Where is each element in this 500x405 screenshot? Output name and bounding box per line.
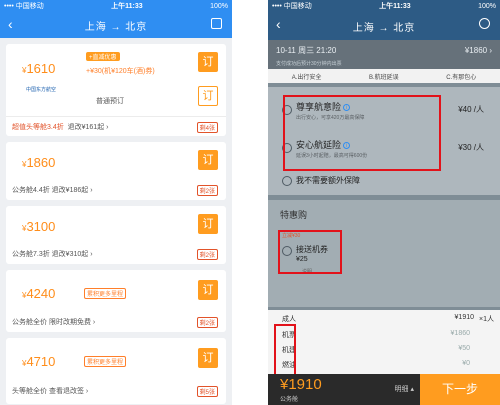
order-button[interactable]: 订 bbox=[198, 150, 218, 170]
summary-count: ×1人 bbox=[479, 316, 494, 323]
flight-card-2[interactable]: ¥1860 订 公务舱4.4折 退改¥186起 › 剩2张 bbox=[6, 142, 226, 200]
tab-other[interactable]: C.有那包心 bbox=[446, 72, 476, 81]
flight-card-1[interactable]: ¥1610 中国东方航空 +直减优惠 +¥30(机¥120车(酒)券) 普通预订… bbox=[6, 44, 226, 136]
flight-sub: 公务舱7.3折 退改¥310起 › bbox=[12, 251, 93, 258]
price: ¥1860 bbox=[22, 155, 56, 170]
insurance-option-none[interactable]: 我不需要额外保障 bbox=[278, 171, 494, 191]
carrier: •••• 中国移动 bbox=[4, 3, 44, 10]
flight-summary[interactable]: 10-11 周三 21:20 ¥1860 › bbox=[268, 40, 500, 60]
time: 上午11:33 bbox=[111, 3, 143, 10]
booking-type: 普通预订 bbox=[96, 98, 124, 105]
next-step-button[interactable]: 下一步 bbox=[420, 374, 500, 405]
special-heading: 特惠购 bbox=[280, 210, 308, 220]
detail-toggle[interactable]: 明细 ▴ bbox=[395, 384, 414, 394]
price: ¥3100 bbox=[22, 219, 56, 234]
highlight-box-insurance bbox=[283, 95, 441, 171]
flight-card-4[interactable]: ¥4240 累积更多里程 订 公务舱全价 限时改期免费 › 剩2张 bbox=[6, 270, 226, 332]
price: ¥4710 bbox=[22, 354, 56, 369]
carrier: •••• 中国移动 bbox=[272, 3, 312, 10]
order-button[interactable]: 订 bbox=[198, 214, 218, 234]
mileage-tag: 累积更多里程 bbox=[84, 288, 127, 299]
back-icon[interactable]: ‹ bbox=[276, 16, 281, 32]
divider bbox=[6, 116, 226, 117]
tab-safety[interactable]: A.出行安全 bbox=[292, 72, 322, 81]
total-price: ¥1910 bbox=[280, 376, 322, 393]
flight-card-5[interactable]: ¥4710 累积更多里程 订 头等舱全价 查看退改签 › 剩5张 bbox=[6, 338, 226, 404]
time: 上午11:33 bbox=[379, 3, 411, 10]
nav-bar: ‹ 上海 → 北京 bbox=[0, 12, 232, 38]
radio-button[interactable] bbox=[282, 176, 292, 186]
flight-info: 10-11 周三 21:20 bbox=[276, 45, 337, 55]
route-title: 上海 → 北京 bbox=[352, 22, 416, 34]
flight-sub: 头等舱全价 查看退改签 › bbox=[12, 388, 89, 395]
insurance-price: ¥40 /人 bbox=[458, 105, 484, 114]
remaining-seats: 剩5张 bbox=[196, 386, 218, 397]
summary-row-airport-fee: 机建 ¥50 bbox=[268, 345, 500, 360]
summary-value: ¥50 bbox=[458, 345, 470, 352]
highlight-box-special bbox=[278, 230, 342, 274]
order-button-alt[interactable]: 订 bbox=[198, 86, 218, 106]
share-icon[interactable] bbox=[211, 18, 222, 29]
airline-logo: 中国东方航空 bbox=[26, 87, 57, 93]
price: ¥1610 bbox=[22, 61, 56, 76]
price-summary: 成人 ¥1910 ×1人 机票 ¥1860 机建 ¥50 燃油 ¥0 bbox=[268, 310, 500, 374]
insurance-title: 我不需要额外保障 bbox=[296, 176, 360, 185]
flight-list-screen: •••• 中国移动 上午11:33 100% ‹ 上海 → 北京 ¥1610 中… bbox=[0, 0, 232, 405]
flight-sub: 公务舱4.4折 退改¥186起 › bbox=[12, 187, 93, 194]
summary-value: ¥0 bbox=[462, 360, 470, 367]
insurance-price: ¥30 /人 bbox=[458, 143, 484, 152]
price: ¥4240 bbox=[22, 286, 56, 301]
flight-price: ¥1860 › bbox=[464, 45, 492, 55]
summary-row-adult: 成人 ¥1910 ×1人 bbox=[268, 314, 500, 329]
flight-sub: 超值头等舱3.4折 退改¥161起 › bbox=[12, 124, 109, 131]
nav-bar: ‹ 上海 → 北京 bbox=[268, 12, 500, 40]
cabin-class: 公务舱 bbox=[280, 397, 299, 403]
battery: 100% bbox=[210, 2, 228, 10]
remaining-seats: 剩2张 bbox=[196, 249, 218, 260]
remaining-seats: 剩4张 bbox=[196, 122, 218, 133]
flight-sub: 公务舱全价 限时改期免费 › bbox=[12, 319, 96, 326]
booking-screen: •••• 中国移动 上午11:33 100% ‹ 上海 → 北京 10-11 周… bbox=[268, 0, 500, 405]
remaining-seats: 剩2张 bbox=[196, 317, 218, 328]
summary-row-fuel: 燃油 ¥0 bbox=[268, 360, 500, 375]
route-title: 上海 → 北京 bbox=[84, 21, 148, 33]
order-button[interactable]: 订 bbox=[198, 52, 218, 72]
insurance-tabs: A.出行安全 B.航班延误 C.有那包心 bbox=[268, 69, 500, 83]
highlight-box-fees bbox=[274, 324, 296, 376]
summary-value: ¥1860 bbox=[450, 330, 470, 337]
battery: 100% bbox=[478, 2, 496, 10]
bottom-bar: ¥1910 公务舱 明细 ▴ 下一步 bbox=[268, 374, 500, 405]
remaining-seats: 剩2张 bbox=[196, 185, 218, 196]
promo-badge: +直减优惠 bbox=[86, 52, 120, 61]
order-button[interactable]: 订 bbox=[198, 348, 218, 368]
gift-text: +¥30(机¥120车(酒)券) bbox=[86, 68, 155, 75]
summary-value: ¥1910 bbox=[454, 314, 474, 321]
support-icon[interactable] bbox=[479, 18, 490, 29]
flight-card-3[interactable]: ¥3100 订 公务舱7.3折 退改¥310起 › 剩2张 bbox=[6, 206, 226, 264]
mileage-tag: 累积更多里程 bbox=[84, 356, 127, 367]
ticket-note: 支付成功后预计30分钟内出票 bbox=[268, 60, 500, 69]
summary-label: 成人 bbox=[282, 316, 296, 323]
back-icon[interactable]: ‹ bbox=[8, 16, 13, 32]
summary-row-ticket: 机票 ¥1860 bbox=[268, 330, 500, 345]
order-button[interactable]: 订 bbox=[198, 280, 218, 300]
status-bar: •••• 中国移动 上午11:33 100% bbox=[0, 0, 232, 12]
tab-delay[interactable]: B.航班延误 bbox=[369, 72, 399, 81]
status-bar: •••• 中国移动 上午11:33 100% bbox=[268, 0, 500, 12]
